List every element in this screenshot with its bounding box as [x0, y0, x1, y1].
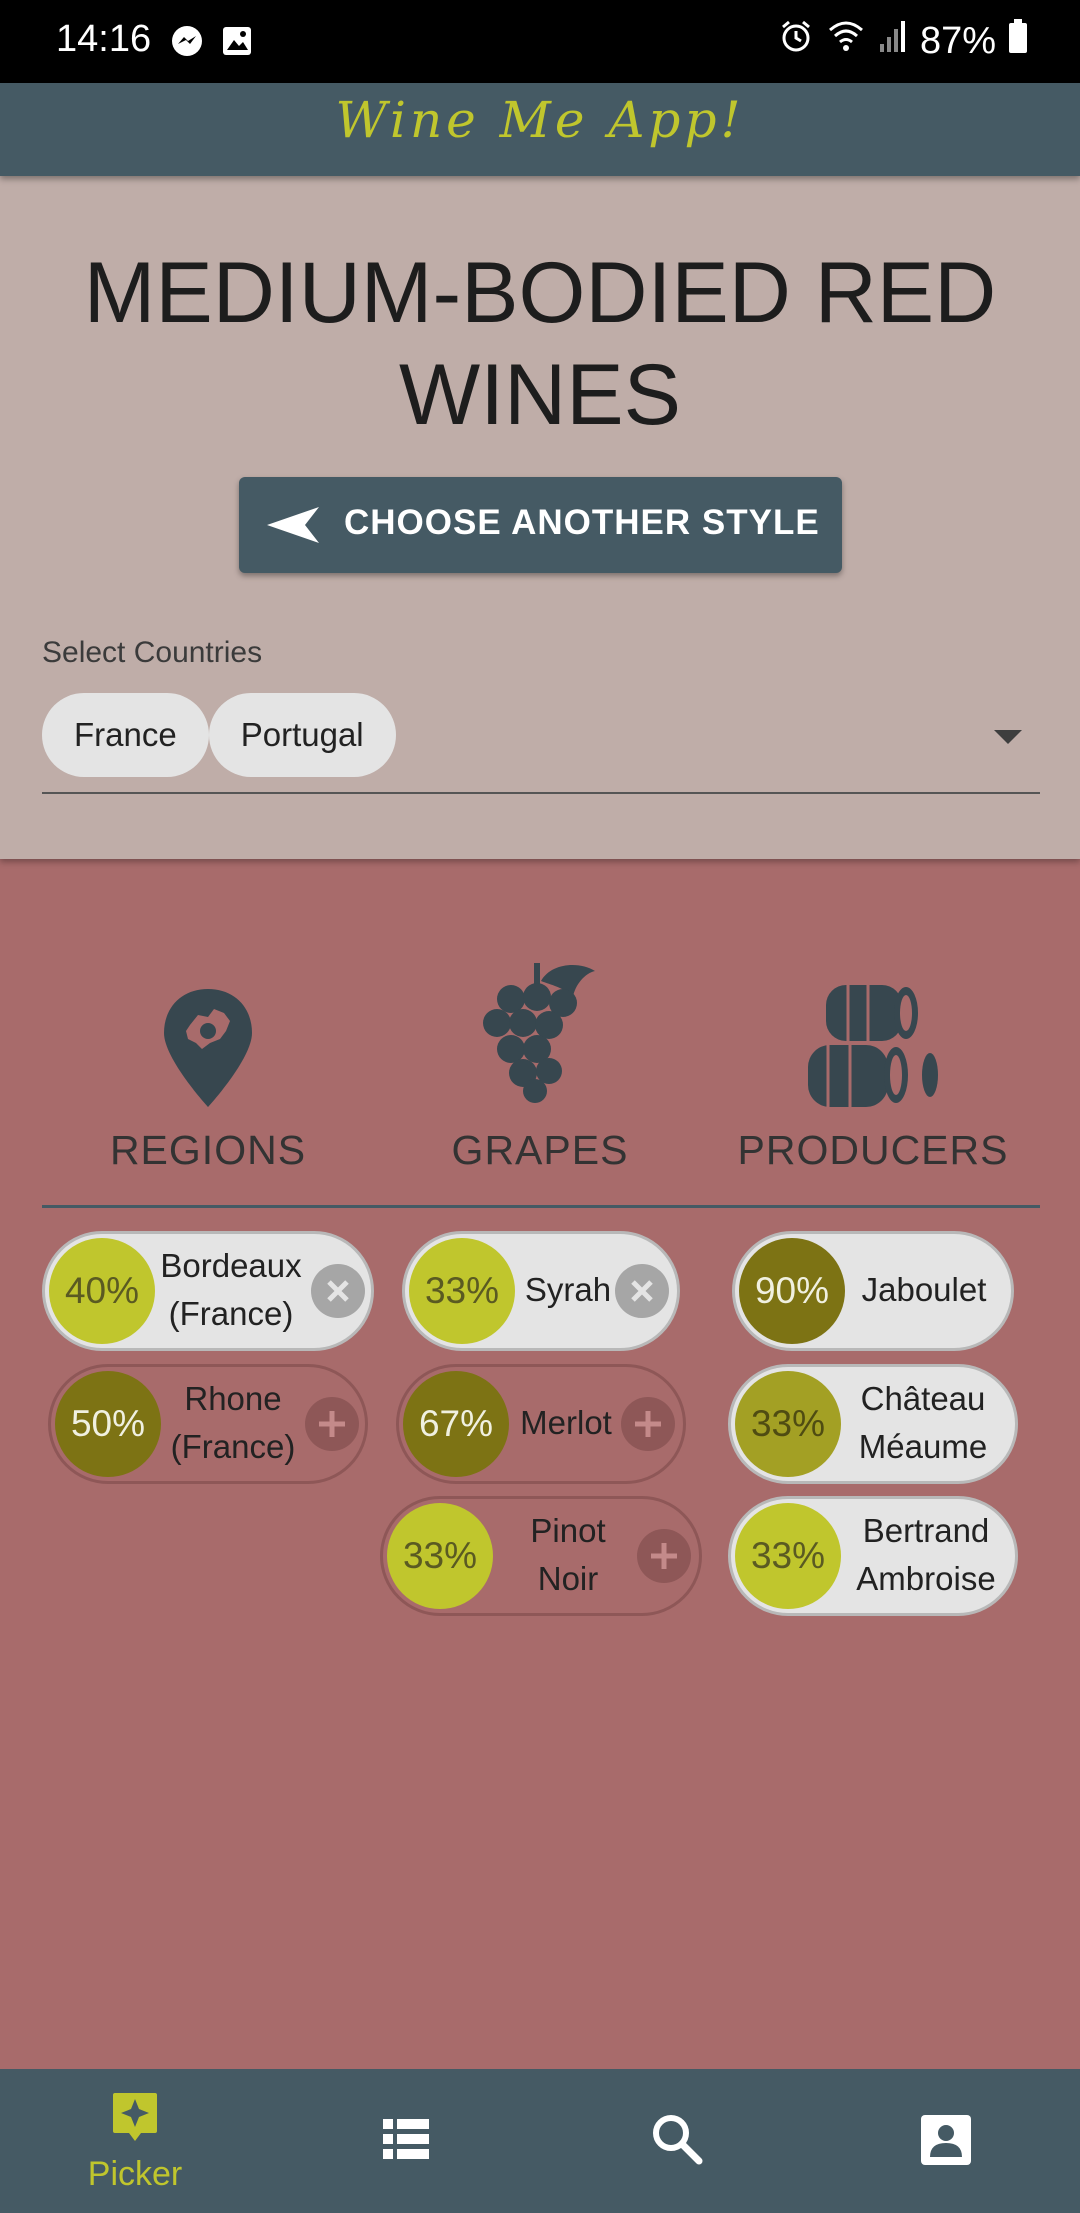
producers-heading: PRODUCERS	[737, 1127, 1009, 1173]
sparkle-picker-icon	[113, 2093, 157, 2141]
nav-item-picker[interactable]: Picker	[0, 2069, 270, 2213]
nav-item-list[interactable]	[270, 2069, 540, 2213]
region-label: Bordeaux (France)	[160, 1247, 302, 1332]
producer-label: Bertrand Ambroise	[856, 1512, 996, 1597]
country-chip-portugal[interactable]: Portugal	[208, 693, 396, 777]
grape-percent: 33%	[387, 1503, 493, 1609]
map-pin-europe-icon	[162, 987, 254, 1113]
grape-label: Syrah	[524, 1271, 612, 1308]
recommendations-section: REGIONS GRAPES PRODUCERS 40% Bordeaux (Fr…	[0, 859, 1080, 2069]
grape-pill-merlot[interactable]: 67% Merlot	[396, 1364, 686, 1484]
dropdown-underline	[42, 792, 1040, 794]
add-grape-button[interactable]	[637, 1529, 691, 1583]
grape-label: Merlot	[520, 1404, 612, 1441]
choose-another-style-label: CHOOSE ANOTHER STYLE	[344, 503, 820, 542]
category-divider	[42, 1205, 1040, 1208]
producer-percent: 33%	[735, 1371, 841, 1477]
list-icon	[383, 2119, 429, 2159]
close-icon	[327, 1280, 349, 1302]
plus-icon	[651, 1543, 677, 1569]
region-pill-bordeaux[interactable]: 40% Bordeaux (France)	[42, 1231, 374, 1351]
grape-percent: 33%	[409, 1238, 515, 1344]
barrels-icon	[806, 983, 940, 1113]
grapes-icon	[475, 957, 601, 1109]
grape-pill-syrah[interactable]: 33% Syrah	[402, 1231, 680, 1351]
bottom-navigation: Picker	[0, 2069, 1080, 2213]
wifi-icon	[826, 18, 866, 64]
grape-percent: 67%	[403, 1371, 509, 1477]
region-label: Rhone (France)	[170, 1380, 296, 1465]
add-region-button[interactable]	[305, 1397, 359, 1451]
country-chip-france[interactable]: France	[42, 693, 209, 777]
producer-percent: 90%	[739, 1238, 845, 1344]
dropdown-arrow-icon[interactable]	[994, 730, 1022, 744]
style-title: MEDIUM-BODIED RED WINES	[83, 245, 997, 443]
status-time: 14:16	[56, 18, 152, 60]
alarm-icon	[778, 18, 814, 64]
back-arrow-icon	[267, 507, 319, 543]
country-chips: France Portugal	[42, 693, 396, 777]
plus-icon	[319, 1411, 345, 1437]
remove-grape-button[interactable]	[615, 1264, 669, 1318]
gallery-icon	[220, 24, 254, 62]
battery-icon	[1008, 19, 1028, 63]
region-pill-rhone[interactable]: 50% Rhone (France)	[48, 1364, 368, 1484]
nav-label-picker: Picker	[87, 2155, 183, 2193]
grapes-heading: GRAPES	[451, 1127, 629, 1173]
producer-pill-chateau-meaume[interactable]: 33% Château Méaume	[728, 1364, 1018, 1484]
app-bar: Wine Me App!	[0, 83, 1080, 176]
signal-icon	[878, 18, 908, 64]
producer-percent: 33%	[735, 1503, 841, 1609]
remove-region-button[interactable]	[311, 1264, 365, 1318]
producer-pill-bertrand-ambroise[interactable]: 33% Bertrand Ambroise	[728, 1496, 1018, 1616]
nav-item-search[interactable]	[540, 2069, 810, 2213]
app-title: Wine Me App!	[335, 91, 745, 149]
select-countries-label: Select Countries	[42, 636, 263, 669]
choose-another-style-button[interactable]: CHOOSE ANOTHER STYLE	[239, 477, 842, 573]
close-icon	[631, 1280, 653, 1302]
battery-percent: 87%	[919, 19, 996, 62]
producer-label: Jaboulet	[861, 1271, 987, 1308]
search-icon	[653, 2115, 703, 2165]
add-grape-button[interactable]	[621, 1397, 675, 1451]
producer-pill-jaboulet[interactable]: 90% Jaboulet	[732, 1231, 1014, 1351]
plus-icon	[635, 1411, 661, 1437]
messenger-icon	[170, 24, 204, 62]
grape-pill-pinot-noir[interactable]: 33% Pinot Noir	[380, 1496, 702, 1616]
nav-item-account[interactable]	[810, 2069, 1080, 2213]
producer-label: Château Méaume	[858, 1380, 988, 1465]
account-icon	[921, 2115, 971, 2165]
style-header-section: MEDIUM-BODIED RED WINES CHOOSE ANOTHER S…	[0, 176, 1080, 859]
grape-label: Pinot Noir	[530, 1512, 606, 1597]
regions-heading: REGIONS	[109, 1127, 307, 1173]
status-bar: 14:16 87%	[0, 0, 1080, 83]
region-percent: 40%	[49, 1238, 155, 1344]
region-percent: 50%	[55, 1371, 161, 1477]
